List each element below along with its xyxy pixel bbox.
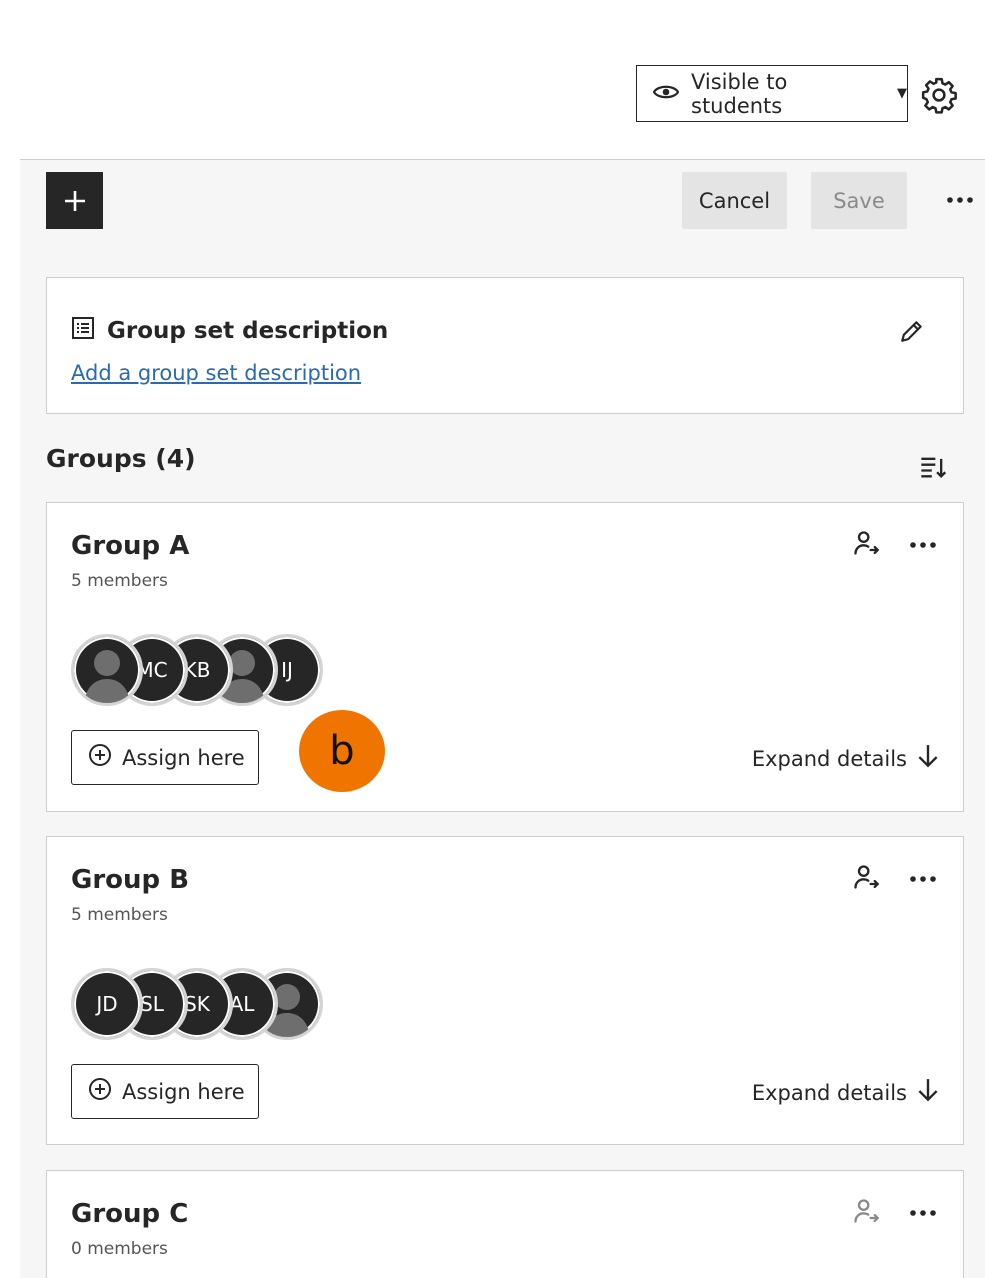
- left-edge: [0, 160, 21, 1278]
- sort-icon[interactable]: [919, 453, 949, 483]
- description-heading: Group set description: [71, 316, 388, 346]
- group-name: Group A: [71, 531, 190, 561]
- save-button[interactable]: Save: [811, 172, 907, 229]
- avatar-stack: IJ KB MC: [71, 634, 331, 706]
- expand-label: Expand details: [751, 1080, 907, 1105]
- expand-details-button[interactable]: Expand details: [752, 1077, 941, 1108]
- group-set-description-card: Group set description Add a group set de…: [46, 277, 964, 414]
- group-name: Group C: [71, 1199, 189, 1229]
- group-set-panel: Cancel Save Group set description Add a …: [20, 159, 985, 1278]
- assign-user-icon[interactable]: [852, 529, 882, 559]
- expand-details-button[interactable]: Expand details: [752, 743, 941, 774]
- more-options-icon[interactable]: [942, 188, 978, 212]
- eye-icon: [652, 82, 680, 106]
- gear-icon[interactable]: [919, 75, 959, 115]
- more-options-icon[interactable]: [908, 1201, 938, 1225]
- list-icon: [71, 316, 95, 346]
- plus-circle-icon: [88, 743, 112, 772]
- cancel-button[interactable]: Cancel: [682, 172, 787, 229]
- avatar: JD: [71, 968, 143, 1040]
- expand-label: Expand details: [751, 746, 907, 771]
- add-group-button[interactable]: [46, 172, 103, 229]
- page: Visible to students ▼ Cancel Save Group …: [0, 0, 985, 1278]
- assign-label: Assign here: [122, 745, 245, 770]
- member-count: 0 members: [71, 1239, 168, 1259]
- assign-user-icon[interactable]: [852, 863, 882, 893]
- arrow-down-icon: [915, 743, 941, 774]
- plus-icon: [64, 190, 85, 211]
- visibility-dropdown[interactable]: Visible to students ▼: [636, 65, 908, 122]
- avatar-stack: AL SK SL JD: [71, 968, 331, 1040]
- visibility-label: Visible to students: [691, 69, 788, 118]
- person-silhouette-icon: [84, 650, 130, 703]
- plus-circle-icon: [88, 1077, 112, 1106]
- groups-heading: Groups (4): [46, 444, 196, 473]
- group-card-c: Group C 0 members: [46, 1170, 964, 1278]
- add-description-link[interactable]: Add a group set description: [71, 361, 361, 385]
- arrow-down-icon: [915, 1077, 941, 1108]
- group-card-a: Group A 5 members IJ KB MC Assign here b…: [46, 502, 964, 812]
- group-name: Group B: [71, 865, 190, 895]
- member-count: 5 members: [71, 905, 168, 925]
- pencil-icon[interactable]: [897, 316, 927, 346]
- avatar-placeholder: [71, 634, 143, 706]
- annotation-marker: b: [299, 710, 385, 792]
- more-options-icon[interactable]: [908, 867, 938, 891]
- member-count: 5 members: [71, 571, 168, 591]
- caret-down-icon: ▼: [897, 86, 907, 101]
- group-card-b: Group B 5 members AL SK SL JD Assign her…: [46, 836, 964, 1145]
- description-title: Group set description: [107, 318, 389, 344]
- assign-here-button[interactable]: Assign here: [71, 730, 259, 785]
- more-options-icon[interactable]: [908, 533, 938, 557]
- assign-user-icon[interactable]: [852, 1197, 882, 1227]
- assign-label: Assign here: [122, 1079, 245, 1104]
- assign-here-button[interactable]: Assign here: [71, 1064, 259, 1119]
